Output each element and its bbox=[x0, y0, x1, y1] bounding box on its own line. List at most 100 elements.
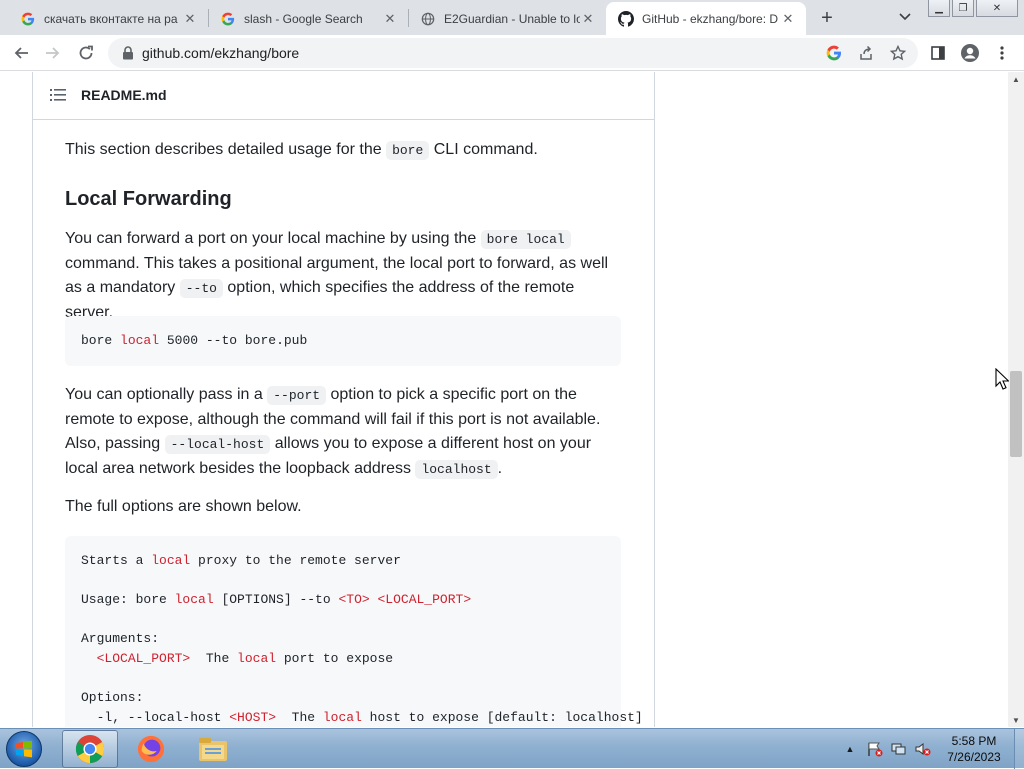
clock-date: 7/26/2023 bbox=[947, 750, 1001, 764]
volume-muted-icon[interactable] bbox=[914, 741, 932, 757]
profile-avatar-icon[interactable] bbox=[958, 41, 982, 65]
close-tab-icon[interactable]: ✕ bbox=[580, 11, 596, 27]
taskbar-chrome[interactable] bbox=[62, 730, 118, 768]
code-line: Arguments: bbox=[81, 631, 160, 646]
system-tray: ▲ bbox=[842, 729, 932, 769]
code-keyword: local bbox=[174, 592, 214, 607]
paragraph-local-forward: You can forward a port on your local mac… bbox=[65, 227, 625, 325]
tab-strip: скачать вконтакте на ра ✕ slash - Google… bbox=[0, 0, 1024, 35]
github-icon bbox=[618, 10, 634, 27]
google-icon bbox=[220, 11, 236, 27]
restore-button[interactable]: ❐ bbox=[952, 0, 974, 17]
code-line: Starts a local proxy to the remote serve… bbox=[81, 553, 401, 568]
readme-filename[interactable]: README.md bbox=[81, 87, 167, 103]
tab-github-bore[interactable]: GitHub - ekzhang/bore: D ✕ bbox=[606, 2, 806, 35]
share-icon[interactable] bbox=[856, 43, 876, 63]
back-button[interactable] bbox=[9, 41, 33, 65]
action-center-flag-icon[interactable] bbox=[866, 741, 884, 757]
google-translate-icon[interactable] bbox=[824, 43, 844, 63]
mouse-cursor-icon bbox=[995, 368, 1009, 390]
paragraph-full-options: The full options are shown below. bbox=[65, 498, 302, 515]
page-scrollbar[interactable]: ▲ ▼ bbox=[1008, 72, 1024, 727]
scrollbar-thumb[interactable] bbox=[1010, 371, 1022, 457]
taskbar-firefox[interactable] bbox=[123, 730, 179, 768]
tab-search-chevron-icon[interactable] bbox=[896, 8, 914, 26]
scroll-up-arrow-icon[interactable]: ▲ bbox=[1008, 72, 1024, 86]
code-text: proxy to the remote server bbox=[190, 553, 401, 568]
page-content: README.md This section describes detaile… bbox=[0, 72, 1008, 727]
code-keyword: <LOCAL_PORT> bbox=[96, 651, 191, 666]
code-keyword: local bbox=[151, 553, 191, 568]
forward-button[interactable] bbox=[41, 41, 65, 65]
firefox-icon bbox=[137, 735, 165, 763]
code-text: 5000 --to bore.pub bbox=[166, 333, 308, 348]
windows-taskbar: ▲ 5:58 PM 7/26/2023 bbox=[0, 728, 1024, 769]
code-block-options[interactable]: Starts a local proxy to the remote serve… bbox=[65, 536, 643, 727]
intro-paragraph: This section describes detailed usage fo… bbox=[65, 138, 538, 163]
code-keyword: <HOST> bbox=[229, 710, 277, 725]
inline-code: bore local bbox=[480, 230, 571, 249]
outline-list-icon[interactable] bbox=[50, 88, 66, 102]
text: Also, passing bbox=[65, 435, 161, 452]
google-icon bbox=[20, 11, 36, 27]
code-block-bore-local[interactable]: bore local 5000 --to bore.pub bbox=[65, 316, 621, 366]
taskbar-explorer[interactable] bbox=[185, 730, 241, 768]
tab-title: GitHub - ekzhang/bore: D bbox=[642, 11, 779, 26]
tab-title: скачать вконтакте на ра bbox=[44, 11, 178, 26]
code-text: -l, --local-host bbox=[81, 710, 230, 725]
code-text: Usage: bore bbox=[81, 592, 175, 607]
code-text: Starts a bbox=[81, 553, 152, 568]
code-keyword: <LOCAL_PORT> bbox=[377, 592, 472, 607]
tab-e2guardian[interactable]: E2Guardian - Unable to lo ✕ bbox=[408, 2, 606, 35]
clock-time: 5:58 PM bbox=[951, 734, 997, 748]
show-desktop-button[interactable] bbox=[1014, 729, 1024, 769]
text: option to pick a specific port on the bbox=[330, 386, 577, 403]
bookmark-star-icon[interactable] bbox=[888, 43, 908, 63]
network-icon[interactable] bbox=[890, 741, 908, 757]
code-line: bore local 5000 --to bore.pub bbox=[81, 333, 307, 348]
inline-code: --to bbox=[179, 279, 223, 298]
text: You can forward a port on your local mac… bbox=[65, 230, 477, 247]
show-hidden-icons-icon[interactable]: ▲ bbox=[842, 744, 858, 754]
windows-logo-icon bbox=[16, 740, 32, 758]
tab-slash-google[interactable]: slash - Google Search ✕ bbox=[208, 2, 408, 35]
kebab-menu-icon[interactable] bbox=[990, 41, 1014, 65]
paragraph-port-option: You can optionally pass in a --port opti… bbox=[65, 383, 600, 482]
explorer-icon bbox=[199, 738, 227, 761]
scroll-down-arrow-icon[interactable]: ▼ bbox=[1008, 713, 1024, 727]
close-tab-icon[interactable]: ✕ bbox=[780, 11, 796, 27]
url-text: github.com/ekzhang/bore bbox=[142, 45, 300, 61]
globe-icon bbox=[420, 11, 436, 27]
side-panel-icon[interactable] bbox=[926, 41, 950, 65]
address-bar[interactable]: github.com/ekzhang/bore bbox=[108, 38, 918, 68]
text: This section describes detailed usage fo… bbox=[65, 141, 382, 158]
close-window-button[interactable]: ✕ bbox=[976, 0, 1018, 17]
inline-code: --port bbox=[267, 386, 327, 405]
code-keyword: <TO> bbox=[338, 592, 370, 607]
minimize-button[interactable]: ▁ bbox=[928, 0, 950, 17]
close-tab-icon[interactable]: ✕ bbox=[382, 11, 398, 27]
text: as a mandatory bbox=[65, 279, 176, 296]
code-keyword: local bbox=[120, 333, 160, 348]
reload-button[interactable] bbox=[74, 41, 98, 65]
code-text: The bbox=[190, 651, 238, 666]
code-text: [OPTIONS] --to bbox=[213, 592, 339, 607]
new-tab-button[interactable]: + bbox=[814, 5, 840, 31]
heading-local-forwarding[interactable]: Local Forwarding bbox=[65, 188, 232, 211]
start-button[interactable] bbox=[6, 731, 42, 767]
tab-vkontakte[interactable]: скачать вконтакте на ра ✕ bbox=[8, 2, 208, 35]
chrome-icon bbox=[75, 734, 105, 764]
browser-toolbar: github.com/ekzhang/bore bbox=[0, 35, 1024, 71]
inline-code: bore bbox=[386, 141, 430, 160]
code-line: Usage: bore local [OPTIONS] --to <TO> <L… bbox=[81, 592, 471, 607]
lock-icon[interactable] bbox=[120, 45, 136, 61]
text: command. This takes a positional argumen… bbox=[65, 255, 609, 272]
taskbar-clock[interactable]: 5:58 PM 7/26/2023 bbox=[936, 733, 1012, 765]
inline-code: localhost bbox=[415, 460, 498, 479]
text: remote to expose, although the command w… bbox=[65, 411, 601, 428]
code-text: The bbox=[276, 710, 323, 725]
readme-header: README.md bbox=[33, 72, 654, 120]
code-text: host to expose [default: localhost] bbox=[361, 710, 643, 725]
close-tab-icon[interactable]: ✕ bbox=[182, 11, 198, 27]
